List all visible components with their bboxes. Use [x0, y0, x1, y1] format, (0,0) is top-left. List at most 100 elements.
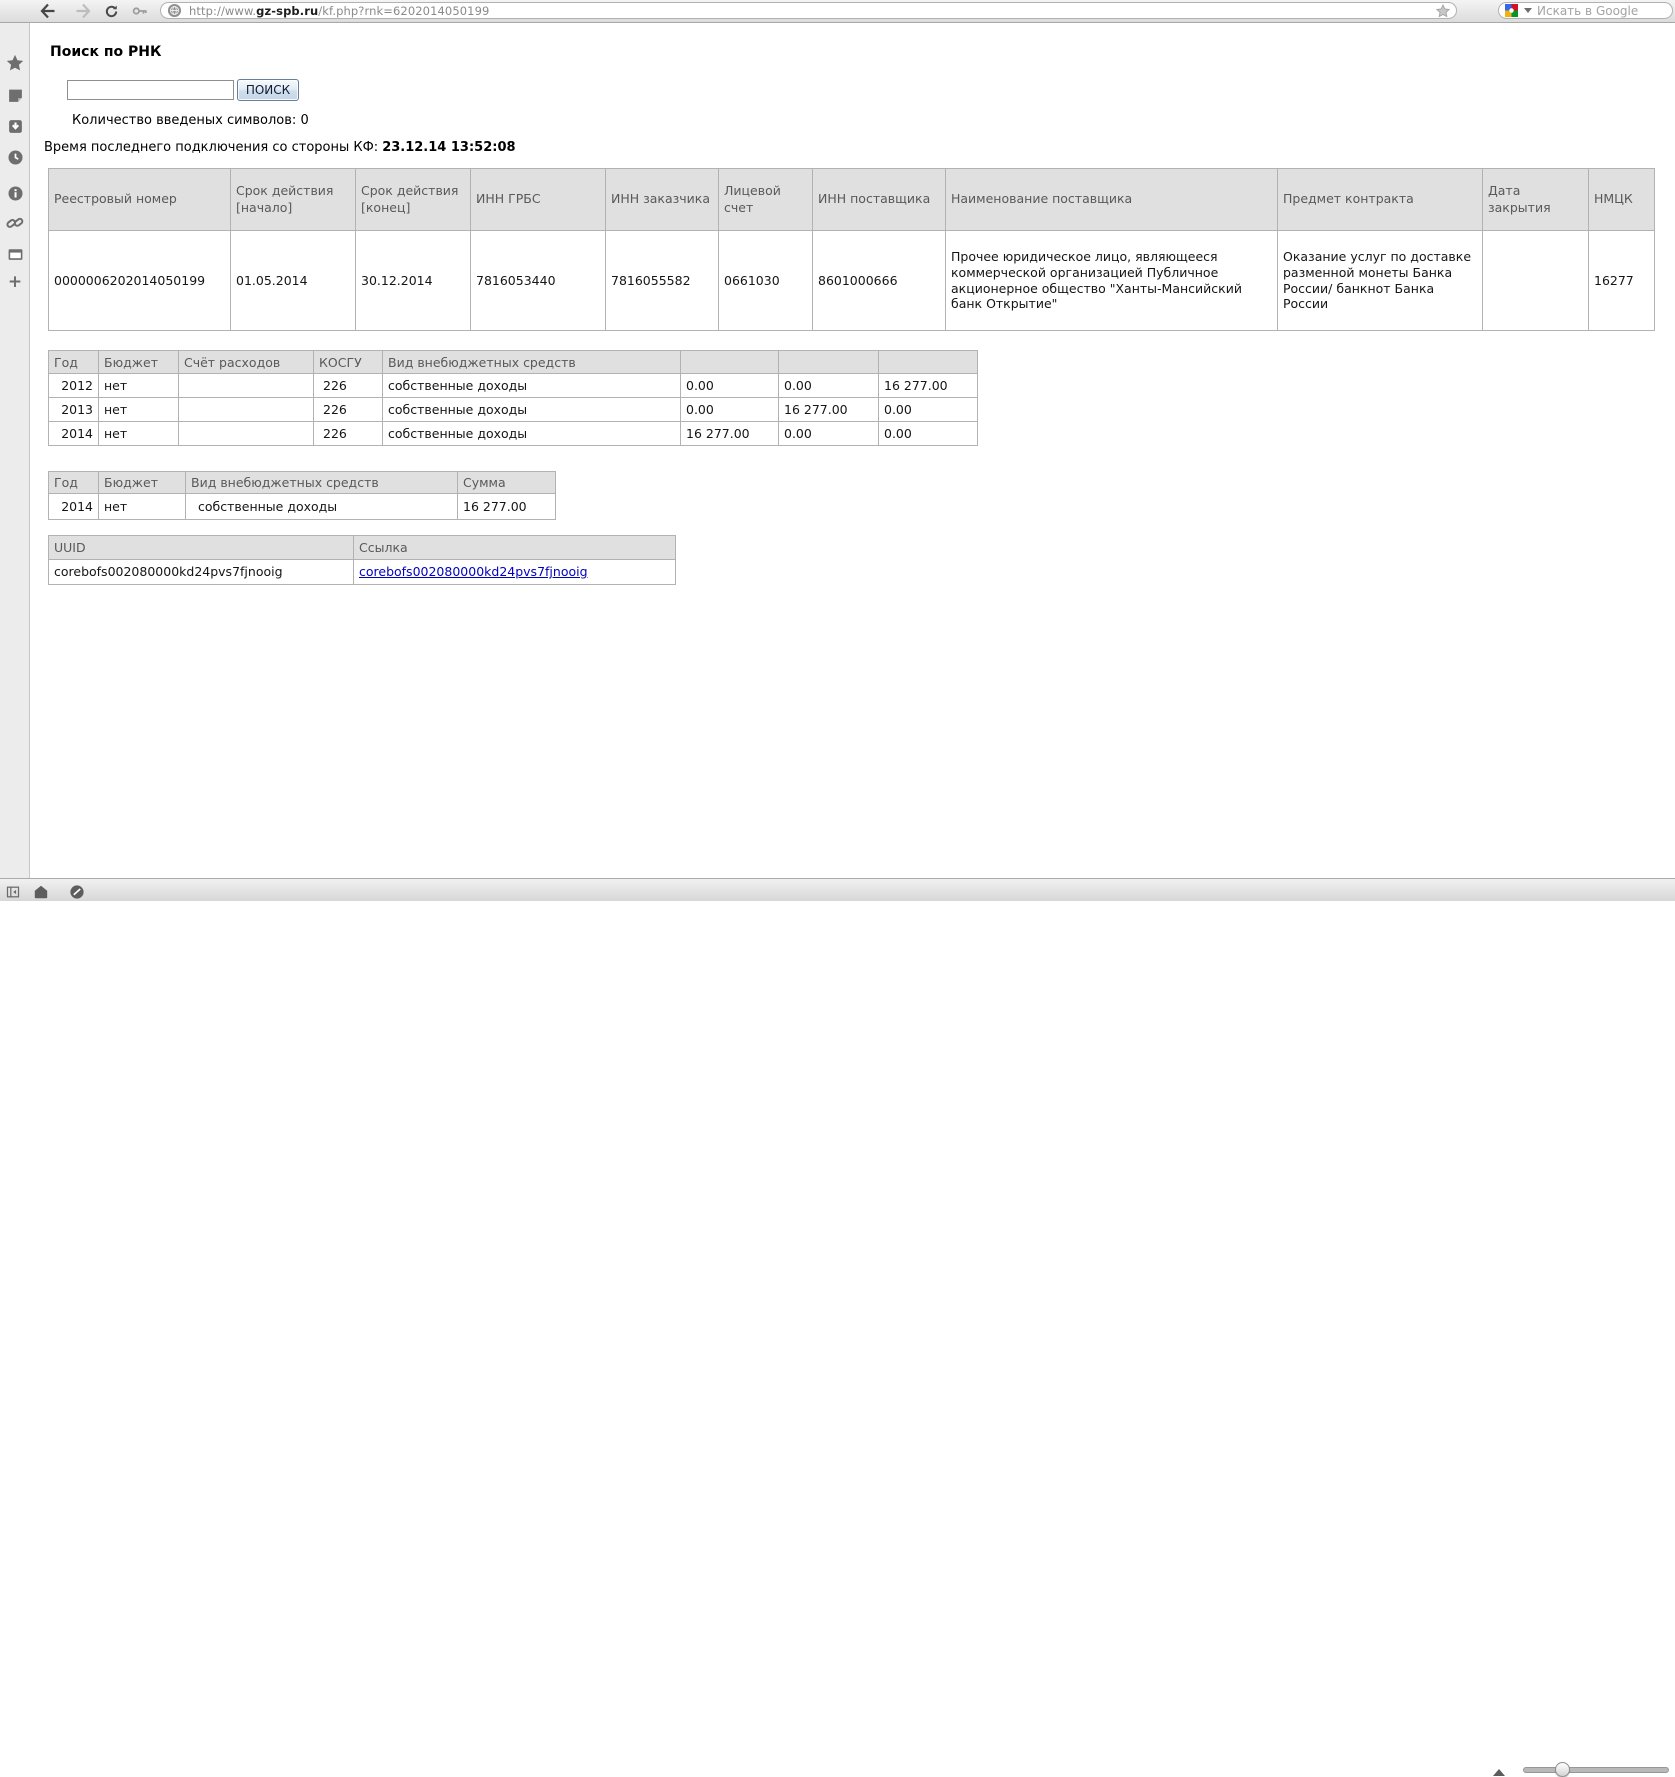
panel-sidebar: + — [0, 23, 30, 878]
cell: 7816053440 — [470, 230, 606, 331]
uuid-table: UUID Ссылка corebofs002080000kd24pvs7fjnoo… — [48, 535, 676, 585]
column-header: Наименование поставщика — [945, 168, 1278, 231]
sum-table: Год Бюджет Вид внебюджетных средств Сумма 20… — [48, 471, 556, 520]
cell: 2013 — [48, 397, 99, 422]
windows-panel-button[interactable] — [6, 245, 24, 263]
table-row: 2013 нет 226 собственные доходы 0.00 16 277.0… — [48, 397, 978, 422]
cell: нет — [98, 373, 179, 398]
cell: 16 277.00 — [680, 421, 779, 446]
column-header: ИНН поставщика — [812, 168, 946, 231]
cell: 7816055582 — [605, 230, 719, 331]
column-header: Бюджет — [98, 471, 186, 494]
links-panel-button[interactable] — [6, 214, 24, 232]
column-header: Дата закрытия — [1482, 168, 1589, 231]
column-header: Бюджет — [98, 350, 179, 374]
back-arrow-icon — [40, 3, 55, 19]
site-badge-globe-icon[interactable] — [167, 3, 182, 18]
notes-panel-button[interactable] — [6, 86, 24, 104]
cell: 0.00 — [878, 421, 978, 446]
cell: 01.05.2014 — [230, 230, 356, 331]
history-panel-button[interactable] — [6, 148, 24, 166]
column-header: Ссылка — [353, 535, 676, 560]
column-header: Предмет контракта — [1277, 168, 1483, 231]
cell: 2014 — [48, 421, 99, 446]
table-row: 2014 нет 226 собственные доходы 16 277.00 0.0… — [48, 421, 978, 446]
url-text: http://www.gz-spb.ru/kf.php?rnk=62020140… — [189, 4, 489, 18]
column-header: НМЦК — [1588, 168, 1655, 231]
windows-icon — [8, 248, 22, 260]
links-chain-icon — [6, 217, 24, 228]
forward-arrow-icon — [76, 3, 91, 19]
cell — [178, 421, 314, 446]
zoom-fit-icon[interactable] — [1493, 1769, 1505, 1776]
chars-counter: Количество введеных символов: 0 — [72, 113, 309, 128]
address-bar[interactable]: http://www.gz-spb.ru/kf.php?rnk=62020140… — [160, 2, 1457, 19]
notes-icon — [8, 89, 22, 102]
cell: corebofs002080000kd24pvs7fjnooig — [48, 559, 354, 585]
column-header — [680, 350, 779, 374]
cell: 0000006202014050199 — [48, 230, 231, 331]
reload-button[interactable] — [101, 2, 121, 20]
cell: 0.00 — [778, 421, 879, 446]
column-header: ИНН ГРБС — [470, 168, 606, 231]
column-header: Счёт расходов — [178, 350, 314, 374]
column-header: UUID — [48, 535, 354, 560]
home-status-button[interactable] — [33, 884, 49, 900]
table-row: 0000006202014050199 01.05.2014 30.12.2014 7… — [48, 230, 1655, 331]
back-button[interactable] — [38, 2, 58, 20]
cell: собственные доходы — [382, 397, 681, 422]
cell: 8601000666 — [812, 230, 946, 331]
downloads-icon — [8, 119, 22, 133]
column-header: Год — [48, 350, 99, 374]
table-row: corebofs002080000kd24pvs7fjnooig corebofs… — [48, 559, 676, 585]
column-header — [878, 350, 978, 374]
browser-toolbar: http://www.gz-spb.ru/kf.php?rnk=62020140… — [0, 0, 1675, 23]
status-bar — [0, 878, 1675, 1777]
url-prefix: http://www. — [189, 3, 257, 18]
downloads-panel-button[interactable] — [6, 117, 24, 135]
cell: 0.00 — [680, 373, 779, 398]
search-placeholder: Искать в Google — [1537, 3, 1639, 18]
reload-icon — [105, 5, 117, 17]
history-clock-icon — [7, 149, 23, 165]
cell: 2014 — [48, 493, 99, 520]
bookmark-star-icon[interactable] — [1436, 3, 1450, 18]
plus-icon: + — [7, 271, 23, 292]
panels-toggle-icon — [6, 886, 20, 898]
zoom-slider-track[interactable] — [1523, 1767, 1669, 1773]
search-button[interactable]: ПОИСК — [237, 79, 299, 101]
key-button[interactable] — [130, 2, 150, 20]
column-header: Реестровый номер — [48, 168, 231, 231]
uuid-link[interactable]: corebofs002080000kd24pvs7fjnooig — [359, 564, 588, 579]
add-panel-button[interactable]: + — [6, 273, 24, 291]
forward-button[interactable] — [73, 2, 93, 20]
bookmarks-star-icon — [6, 54, 24, 71]
cell: нет — [98, 493, 186, 520]
column-header: Срок действия [конец] — [355, 168, 471, 231]
cell: нет — [98, 421, 179, 446]
search-bar[interactable]: Искать в Google — [1498, 2, 1673, 19]
column-header: Год — [48, 471, 99, 494]
cell: 16 277.00 — [778, 397, 879, 422]
panels-toggle-button[interactable] — [5, 884, 21, 900]
info-panel-button[interactable] — [6, 184, 24, 202]
column-header: КОСГУ — [313, 350, 383, 374]
cell: corebofs002080000kd24pvs7fjnooig — [353, 559, 676, 585]
page-title: Поиск по РНК — [50, 44, 162, 60]
search-engine-caret-icon[interactable] — [1524, 8, 1532, 13]
bookmarks-panel-button[interactable] — [6, 54, 24, 72]
column-header: Срок действия [начало] — [230, 168, 356, 231]
info-icon — [7, 185, 23, 201]
sync-status-button[interactable] — [69, 884, 85, 900]
cell: 0661030 — [718, 230, 813, 331]
google-logo-icon — [1505, 4, 1518, 17]
cell: 226 — [313, 397, 383, 422]
rnk-search-input[interactable] — [67, 80, 234, 100]
zoom-slider-thumb[interactable] — [1555, 1762, 1570, 1777]
column-header: Вид внебюджетных средств — [185, 471, 458, 494]
cell: 226 — [313, 373, 383, 398]
key-icon — [132, 7, 147, 15]
last-connection-line: Время последнего подключения со стороны … — [44, 140, 516, 155]
cell: нет — [98, 397, 179, 422]
last-connection-label: Время последнего подключения со стороны … — [44, 140, 379, 155]
